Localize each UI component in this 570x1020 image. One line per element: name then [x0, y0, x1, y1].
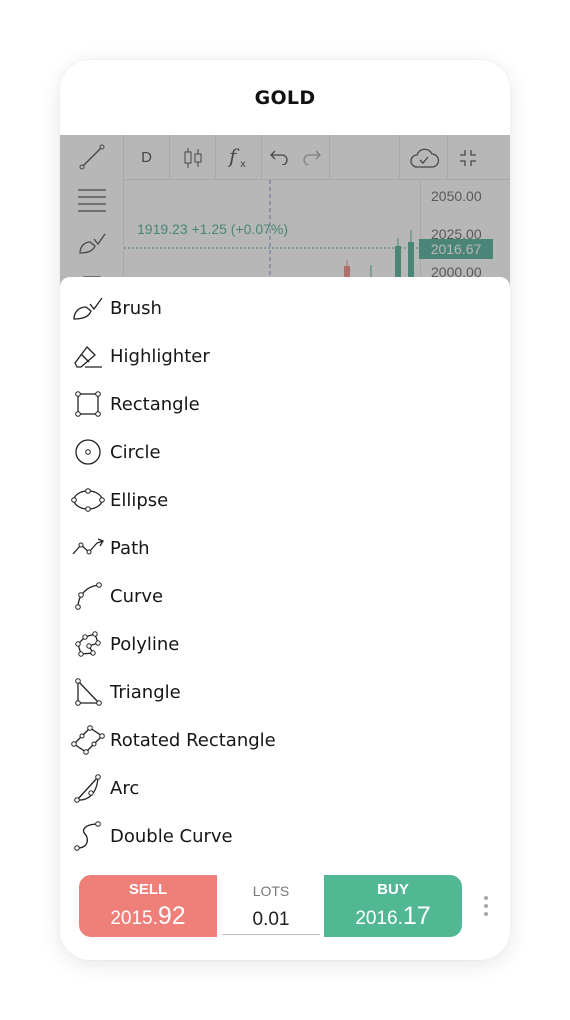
tool-label: Path — [110, 537, 150, 559]
tool-brush[interactable]: Brush — [60, 284, 510, 332]
path-icon — [70, 530, 106, 566]
lots-label: LOTS — [252, 883, 290, 899]
tool-ellipse[interactable]: Ellipse — [60, 476, 510, 524]
modal-backdrop[interactable] — [60, 135, 510, 295]
phone-frame: GOLD D fx 1919.23 +1.25 (+0.07%) 2050.00… — [60, 60, 510, 960]
rectangle-icon — [70, 386, 106, 422]
sell-label: SELL — [128, 881, 168, 898]
sell-button[interactable]: SELL 2015.92 — [79, 875, 217, 937]
circle-icon — [70, 434, 106, 470]
tool-path[interactable]: Path — [60, 524, 510, 572]
buy-label: BUY — [377, 881, 409, 898]
ellipse-icon — [70, 482, 106, 518]
tool-label: Arc — [110, 777, 140, 799]
buy-price: 2016.17 — [324, 902, 462, 931]
curve-icon — [70, 578, 106, 614]
tool-rectangle[interactable]: Rectangle — [60, 380, 510, 428]
tool-label: Triangle — [110, 681, 181, 703]
sell-price: 2015.92 — [79, 902, 217, 931]
polyline-icon — [70, 626, 106, 662]
tool-triangle[interactable]: Triangle — [60, 668, 510, 716]
arc-icon — [70, 770, 106, 806]
tool-label: Highlighter — [110, 345, 210, 367]
tool-label: Ellipse — [110, 489, 169, 511]
tool-label: Curve — [110, 585, 164, 607]
sell-price-main: 2015. — [110, 908, 158, 929]
chart-area[interactable]: D fx 1919.23 +1.25 (+0.07%) 2050.00 2025… — [60, 135, 510, 295]
tool-double-curve[interactable]: Double Curve — [60, 812, 510, 860]
tool-label: Brush — [110, 297, 162, 319]
buy-price-pips: 17 — [402, 902, 431, 930]
tool-label: Polyline — [110, 633, 180, 655]
tool-polyline[interactable]: Polyline — [60, 620, 510, 668]
symbol-title: GOLD — [254, 86, 316, 109]
tool-arc[interactable]: Arc — [60, 764, 510, 812]
tool-highlighter[interactable]: Highlighter — [60, 332, 510, 380]
buy-button[interactable]: BUY 2016.17 — [324, 875, 462, 937]
tool-label: Double Curve — [110, 825, 233, 847]
highlighter-icon — [70, 338, 106, 374]
drawing-tools-list: Brush Highlighter Rectangle Circle Ellip… — [60, 284, 510, 860]
brush-icon — [70, 290, 106, 326]
tool-rotated-rectangle[interactable]: Rotated Rectangle — [60, 716, 510, 764]
tool-curve[interactable]: Curve — [60, 572, 510, 620]
trade-bar: SELL 2015.92 LOTS BUY 2016.17 — [79, 875, 499, 939]
tool-label: Circle — [110, 441, 161, 463]
tool-label: Rectangle — [110, 393, 200, 415]
drawing-tools-sheet: Brush Highlighter Rectangle Circle Ellip… — [60, 277, 510, 960]
buy-price-main: 2016. — [355, 908, 403, 929]
lots-control: LOTS — [222, 875, 320, 937]
more-options-icon[interactable] — [474, 891, 498, 921]
double-curve-icon — [70, 818, 106, 854]
triangle-icon — [70, 674, 106, 710]
tool-label: Rotated Rectangle — [110, 729, 276, 751]
rotated-rectangle-icon — [70, 722, 106, 758]
tool-circle[interactable]: Circle — [60, 428, 510, 476]
sell-price-pips: 92 — [157, 902, 186, 930]
lots-input[interactable] — [222, 905, 320, 935]
